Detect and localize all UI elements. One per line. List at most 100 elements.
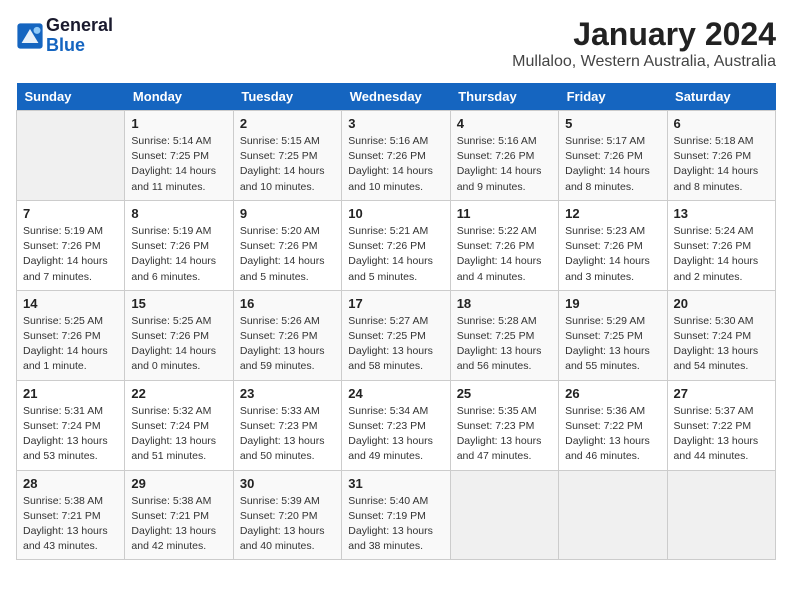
day-number: 20 [674, 296, 769, 311]
day-number: 5 [565, 116, 660, 131]
day-content: Sunrise: 5:28 AM Sunset: 7:25 PM Dayligh… [457, 314, 552, 375]
day-content: Sunrise: 5:18 AM Sunset: 7:26 PM Dayligh… [674, 134, 769, 195]
calendar-cell: 5 Sunrise: 5:17 AM Sunset: 7:26 PM Daylig… [559, 111, 667, 201]
day-content: Sunrise: 5:36 AM Sunset: 7:22 PM Dayligh… [565, 404, 660, 465]
subtitle: Mullaloo, Western Australia, Australia [512, 53, 776, 71]
calendar-cell: 14 Sunrise: 5:25 AM Sunset: 7:26 PM Dayli… [17, 290, 125, 380]
weekday-header-row: SundayMondayTuesdayWednesdayThursdayFrid… [17, 83, 776, 111]
calendar-cell: 29 Sunrise: 5:38 AM Sunset: 7:21 PM Dayli… [125, 470, 233, 560]
calendar-cell: 6 Sunrise: 5:18 AM Sunset: 7:26 PM Daylig… [667, 111, 775, 201]
day-content: Sunrise: 5:32 AM Sunset: 7:24 PM Dayligh… [131, 404, 226, 465]
calendar-cell: 27 Sunrise: 5:37 AM Sunset: 7:22 PM Dayli… [667, 380, 775, 470]
day-number: 7 [23, 206, 118, 221]
day-content: Sunrise: 5:25 AM Sunset: 7:26 PM Dayligh… [23, 314, 118, 375]
calendar-cell: 31 Sunrise: 5:40 AM Sunset: 7:19 PM Dayli… [342, 470, 450, 560]
main-title: January 2024 [512, 16, 776, 53]
calendar-week-row: 28 Sunrise: 5:38 AM Sunset: 7:21 PM Dayli… [17, 470, 776, 560]
logo-text: General Blue [46, 16, 113, 56]
calendar-cell: 24Sunrise: 5:34 AM Sunset: 7:23 PM Dayli… [342, 380, 450, 470]
day-content: Sunrise: 5:27 AM Sunset: 7:25 PM Dayligh… [348, 314, 443, 375]
day-number: 19 [565, 296, 660, 311]
day-content: Sunrise: 5:19 AM Sunset: 7:26 PM Dayligh… [131, 224, 226, 285]
day-content: Sunrise: 5:35 AM Sunset: 7:23 PM Dayligh… [457, 404, 552, 465]
day-content: Sunrise: 5:23 AM Sunset: 7:26 PM Dayligh… [565, 224, 660, 285]
day-number: 26 [565, 386, 660, 401]
day-number: 29 [131, 476, 226, 491]
day-number: 21 [23, 386, 118, 401]
day-content: Sunrise: 5:30 AM Sunset: 7:24 PM Dayligh… [674, 314, 769, 375]
day-content: Sunrise: 5:34 AM Sunset: 7:23 PM Dayligh… [348, 404, 443, 465]
day-number: 30 [240, 476, 335, 491]
day-content: Sunrise: 5:21 AM Sunset: 7:26 PM Dayligh… [348, 224, 443, 285]
calendar-cell: 21 Sunrise: 5:31 AM Sunset: 7:24 PM Dayli… [17, 380, 125, 470]
calendar-cell: 28 Sunrise: 5:38 AM Sunset: 7:21 PM Dayli… [17, 470, 125, 560]
day-content: Sunrise: 5:39 AM Sunset: 7:20 PM Dayligh… [240, 494, 335, 555]
weekday-header-friday: Friday [559, 83, 667, 111]
calendar-cell [559, 470, 667, 560]
day-number: 9 [240, 206, 335, 221]
calendar-week-row: 7 Sunrise: 5:19 AM Sunset: 7:26 PM Daylig… [17, 200, 776, 290]
calendar-cell: 22 Sunrise: 5:32 AM Sunset: 7:24 PM Dayli… [125, 380, 233, 470]
calendar-cell: 16Sunrise: 5:26 AM Sunset: 7:26 PM Dayli… [233, 290, 341, 380]
calendar-cell: 3Sunrise: 5:16 AM Sunset: 7:26 PM Daylig… [342, 111, 450, 201]
day-number: 23 [240, 386, 335, 401]
day-number: 8 [131, 206, 226, 221]
weekday-header-wednesday: Wednesday [342, 83, 450, 111]
calendar-week-row: 14 Sunrise: 5:25 AM Sunset: 7:26 PM Dayli… [17, 290, 776, 380]
calendar-cell: 20 Sunrise: 5:30 AM Sunset: 7:24 PM Dayli… [667, 290, 775, 380]
day-content: Sunrise: 5:22 AM Sunset: 7:26 PM Dayligh… [457, 224, 552, 285]
calendar-cell: 30 Sunrise: 5:39 AM Sunset: 7:20 PM Dayli… [233, 470, 341, 560]
day-number: 10 [348, 206, 443, 221]
day-number: 11 [457, 206, 552, 221]
title-area: January 2024 Mullaloo, Western Australia… [512, 16, 776, 71]
day-content: Sunrise: 5:24 AM Sunset: 7:26 PM Dayligh… [674, 224, 769, 285]
day-number: 15 [131, 296, 226, 311]
calendar-cell [667, 470, 775, 560]
calendar-week-row: 21 Sunrise: 5:31 AM Sunset: 7:24 PM Dayli… [17, 380, 776, 470]
day-content: Sunrise: 5:26 AM Sunset: 7:26 PM Dayligh… [240, 314, 335, 375]
calendar-cell: 17 Sunrise: 5:27 AM Sunset: 7:25 PM Dayli… [342, 290, 450, 380]
day-content: Sunrise: 5:17 AM Sunset: 7:26 PM Dayligh… [565, 134, 660, 195]
calendar-cell: 12Sunrise: 5:23 AM Sunset: 7:26 PM Dayli… [559, 200, 667, 290]
day-content: Sunrise: 5:16 AM Sunset: 7:26 PM Dayligh… [348, 134, 443, 195]
day-content: Sunrise: 5:31 AM Sunset: 7:24 PM Dayligh… [23, 404, 118, 465]
day-content: Sunrise: 5:40 AM Sunset: 7:19 PM Dayligh… [348, 494, 443, 555]
day-content: Sunrise: 5:29 AM Sunset: 7:25 PM Dayligh… [565, 314, 660, 375]
day-number: 22 [131, 386, 226, 401]
calendar-cell [17, 111, 125, 201]
calendar-cell: 19 Sunrise: 5:29 AM Sunset: 7:25 PM Dayli… [559, 290, 667, 380]
day-content: Sunrise: 5:38 AM Sunset: 7:21 PM Dayligh… [23, 494, 118, 555]
day-number: 2 [240, 116, 335, 131]
day-content: Sunrise: 5:14 AM Sunset: 7:25 PM Dayligh… [131, 134, 226, 195]
weekday-header-thursday: Thursday [450, 83, 558, 111]
day-number: 18 [457, 296, 552, 311]
calendar-cell: 2 Sunrise: 5:15 AM Sunset: 7:25 PM Daylig… [233, 111, 341, 201]
day-number: 1 [131, 116, 226, 131]
day-number: 17 [348, 296, 443, 311]
day-number: 28 [23, 476, 118, 491]
calendar-table: SundayMondayTuesdayWednesdayThursdayFrid… [16, 83, 776, 560]
day-content: Sunrise: 5:20 AM Sunset: 7:26 PM Dayligh… [240, 224, 335, 285]
calendar-cell: 15 Sunrise: 5:25 AM Sunset: 7:26 PM Dayli… [125, 290, 233, 380]
day-number: 25 [457, 386, 552, 401]
day-content: Sunrise: 5:37 AM Sunset: 7:22 PM Dayligh… [674, 404, 769, 465]
logo-icon [16, 22, 44, 50]
day-number: 27 [674, 386, 769, 401]
calendar-cell: 26 Sunrise: 5:36 AM Sunset: 7:22 PM Dayli… [559, 380, 667, 470]
weekday-header-monday: Monday [125, 83, 233, 111]
calendar-cell: 4 Sunrise: 5:16 AM Sunset: 7:26 PM Daylig… [450, 111, 558, 201]
day-content: Sunrise: 5:16 AM Sunset: 7:26 PM Dayligh… [457, 134, 552, 195]
day-number: 4 [457, 116, 552, 131]
calendar-cell: 7Sunrise: 5:19 AM Sunset: 7:26 PM Daylig… [17, 200, 125, 290]
day-content: Sunrise: 5:38 AM Sunset: 7:21 PM Dayligh… [131, 494, 226, 555]
calendar-cell: 25 Sunrise: 5:35 AM Sunset: 7:23 PM Dayli… [450, 380, 558, 470]
day-content: Sunrise: 5:15 AM Sunset: 7:25 PM Dayligh… [240, 134, 335, 195]
day-number: 6 [674, 116, 769, 131]
day-number: 31 [348, 476, 443, 491]
header: General Blue January 2024 Mullaloo, West… [16, 16, 776, 71]
day-content: Sunrise: 5:25 AM Sunset: 7:26 PM Dayligh… [131, 314, 226, 375]
weekday-header-sunday: Sunday [17, 83, 125, 111]
calendar-cell [450, 470, 558, 560]
weekday-header-saturday: Saturday [667, 83, 775, 111]
day-number: 14 [23, 296, 118, 311]
